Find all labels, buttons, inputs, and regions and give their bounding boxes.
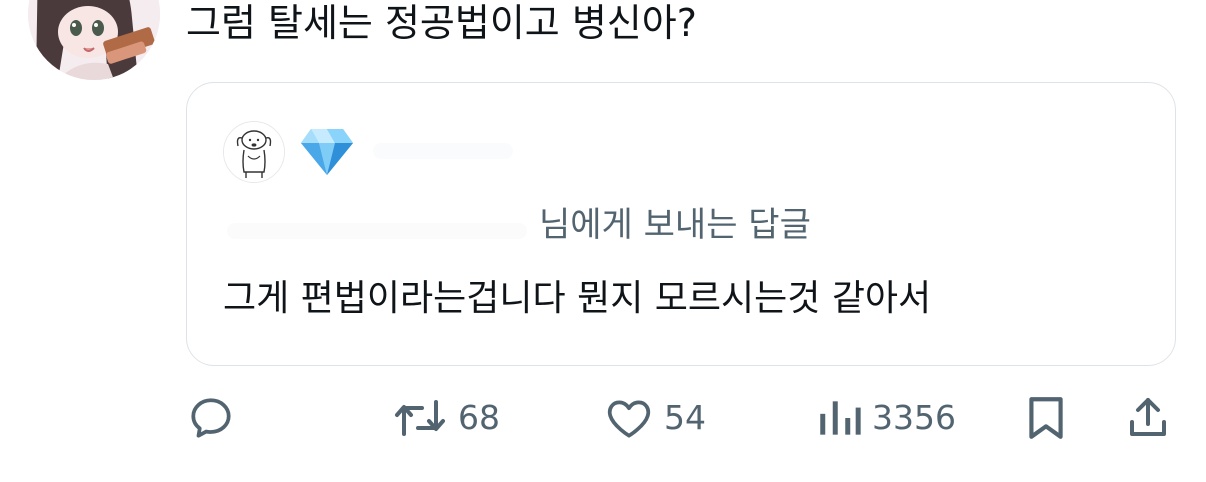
anime-girl-avatar-image — [28, 0, 160, 80]
views-button[interactable]: 3356 — [816, 388, 956, 448]
reply-icon — [191, 398, 231, 438]
quoted-author-name-redacted — [373, 143, 513, 159]
views-count: 3356 — [872, 398, 956, 437]
reply-target-handle-redacted — [227, 223, 527, 239]
bookmark-icon — [1029, 397, 1063, 439]
like-button[interactable]: 54 — [604, 388, 706, 448]
like-count: 54 — [664, 398, 706, 437]
heart-icon — [607, 400, 651, 438]
diamond-icon — [299, 125, 355, 177]
bookmark-button[interactable] — [1024, 388, 1068, 448]
quoted-author-avatar[interactable] — [223, 121, 285, 183]
quoted-tweet-text: 그게 편법이라는겁니다 뭔지 모르시는것 같아서 — [223, 278, 932, 319]
puppy-sketch-avatar-image — [224, 122, 284, 182]
retweet-icon — [395, 400, 445, 436]
share-icon — [1130, 398, 1166, 436]
views-icon — [820, 401, 861, 435]
quoted-tweet-card[interactable]: 님에게 보내는 답글 그게 편법이라는겁니다 뭔지 모르시는것 같아서 — [186, 82, 1176, 366]
share-button[interactable] — [1124, 388, 1172, 448]
retweet-count: 68 — [458, 398, 500, 437]
reply-button[interactable] — [186, 388, 236, 448]
retweet-button[interactable]: 68 — [392, 388, 500, 448]
tweet-text: 그럼 탈세는 정공법이고 병신아? — [186, 1, 697, 45]
author-avatar[interactable] — [28, 0, 160, 80]
reply-to-label: 님에게 보내는 답글 — [539, 205, 811, 245]
